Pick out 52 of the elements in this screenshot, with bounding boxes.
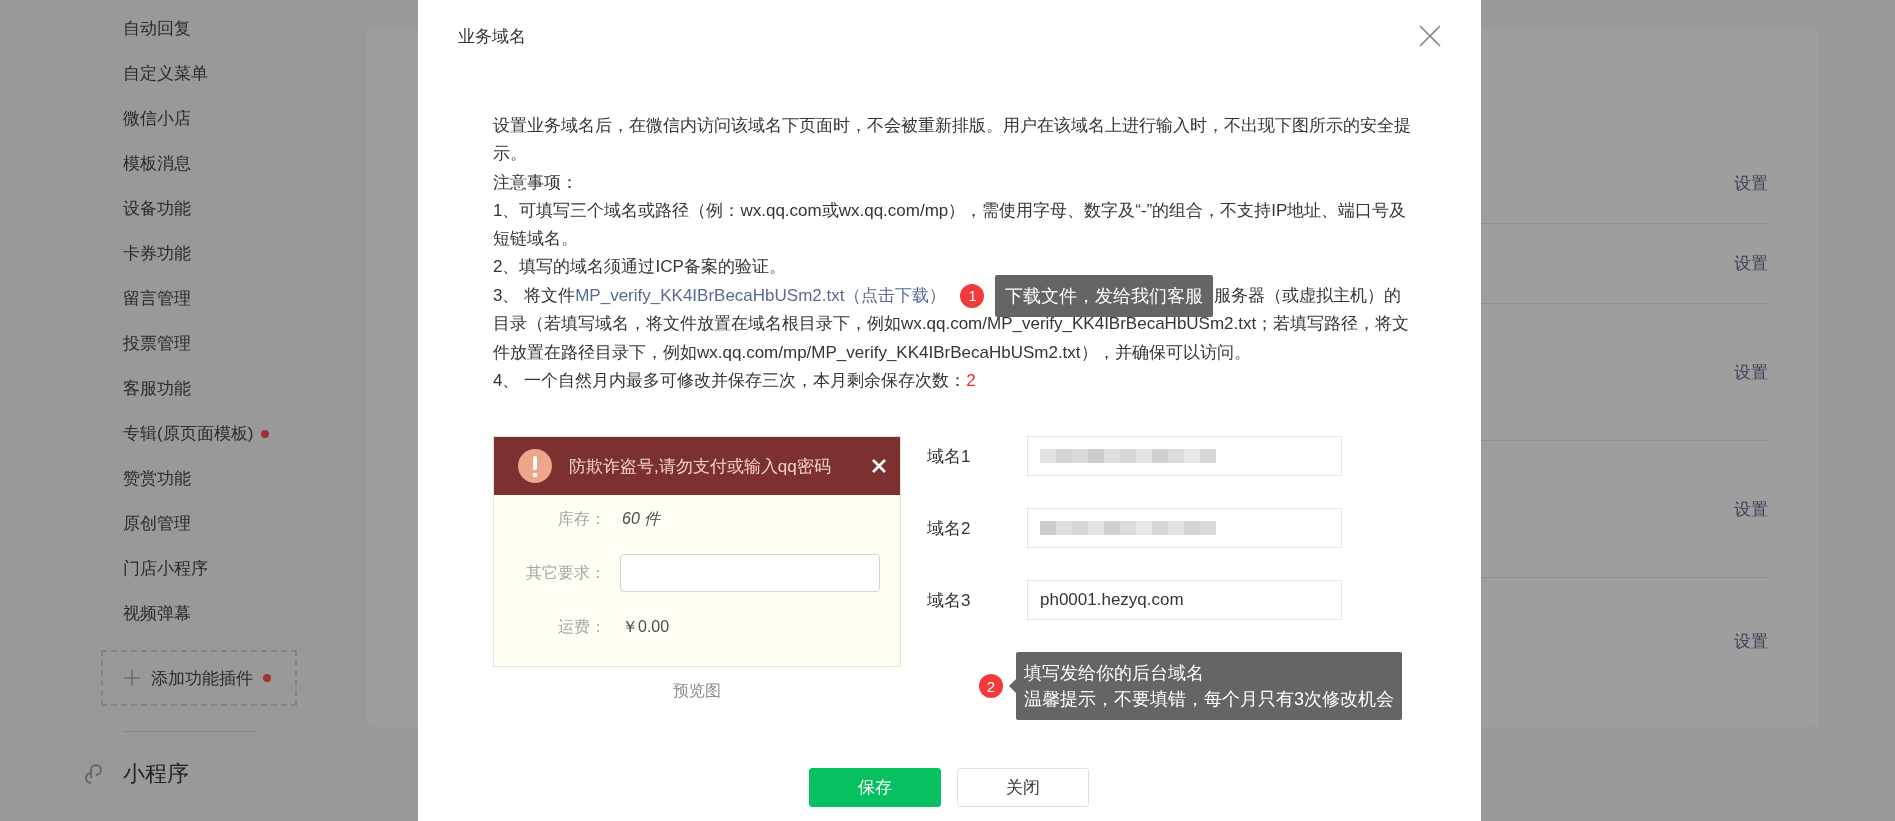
warning-banner: 防欺诈盗号,请勿支付或输入qq密码 [494,437,900,496]
warning-icon [518,449,552,484]
sidebar-item[interactable]: 卡券功能 [123,231,191,276]
sidebar-item[interactable]: 设备功能 [123,186,191,231]
sidebar-item[interactable]: 留言管理 [123,276,191,321]
field-label: 库存： [557,508,606,529]
sidebar-item[interactable]: 自动回复 [123,6,191,51]
sidebar-item[interactable]: 模板消息 [123,141,191,186]
notes-title: 注意事项： [493,171,579,194]
step-badge: 1 [960,284,985,309]
domain-field[interactable] [1027,436,1342,477]
field-label: 域名1 [927,445,972,468]
domain-field[interactable]: ph0001.hezyq.com [1027,580,1342,621]
link-icon [83,763,105,785]
field-label: 域名3 [927,589,972,612]
settings-link[interactable]: 设置 [1734,497,1768,521]
sidebar-item[interactable]: 客服功能 [123,366,191,411]
close-icon[interactable] [1419,25,1441,47]
sidebar-item[interactable]: 自定义菜单 [123,51,208,96]
field-label: 域名2 [927,517,972,540]
domain-field[interactable] [1027,508,1342,549]
remaining-count: 2 [966,370,976,390]
tooltip: 下载文件，发给我们客服 [995,275,1214,318]
sidebar-item[interactable]: 视频弹幕 [123,591,191,636]
sidebar-item[interactable]: 赞赏功能 [123,456,191,501]
sidebar-item[interactable]: 原创管理 [123,501,191,546]
download-link[interactable]: MP_verify_KK4IBrBecaHbUSm2.txt（点击下载） [575,285,947,305]
field-label: 其它要求： [525,562,606,583]
intro-text: 设置业务域名后，在微信内访问该域名下页面时，不会被重新排版。用户在该域名上进行输入时，不出现下图所示的安全提示。 [493,115,1412,166]
field-value: ￥0.00 [622,616,670,637]
settings-link[interactable]: 设置 [1734,360,1768,384]
field-value: 60 件 [622,508,661,529]
settings-link[interactable]: 设置 [1734,629,1768,653]
field-label: 运费： [557,616,606,637]
settings-link[interactable]: 设置 [1734,252,1768,275]
close-button[interactable]: 关闭 [957,768,1089,808]
preview-caption: 预览图 [673,681,721,702]
close-icon [872,459,886,474]
note-text: 2、填写的域名须通过ICP备案的验证。 [493,256,787,279]
dialog-title: 业务域名 [458,25,526,48]
note-text: 4、 一个自然月内最多可修改并保存三次，本月剩余保存次数： [493,370,967,390]
settings-link[interactable]: 设置 [1734,171,1768,195]
tooltip: 填写发给你的后台域名 温馨提示，不要填错，每个月只有3次修改机会 [1009,652,1402,721]
step-badge: 2 [979,674,1003,699]
sidebar-item[interactable]: 门店小程序 [123,546,208,591]
sidebar-item[interactable]: 微信小店 [123,96,191,141]
section-title: 小程序 [123,760,189,788]
add-plugin-button[interactable]: 添加功能插件 [101,650,297,706]
sidebar-item[interactable]: 投票管理 [123,321,191,366]
plus-icon [123,669,141,687]
sidebar-item[interactable]: 专辑(原页面模板) [123,411,254,456]
note-text: 1、可填写三个域名或路径（例：wx.qq.com或wx.qq.com/mp），需使用字母、数字及“-”的组合，不支持IP地址、端口号及短链域名。 [493,199,1408,251]
